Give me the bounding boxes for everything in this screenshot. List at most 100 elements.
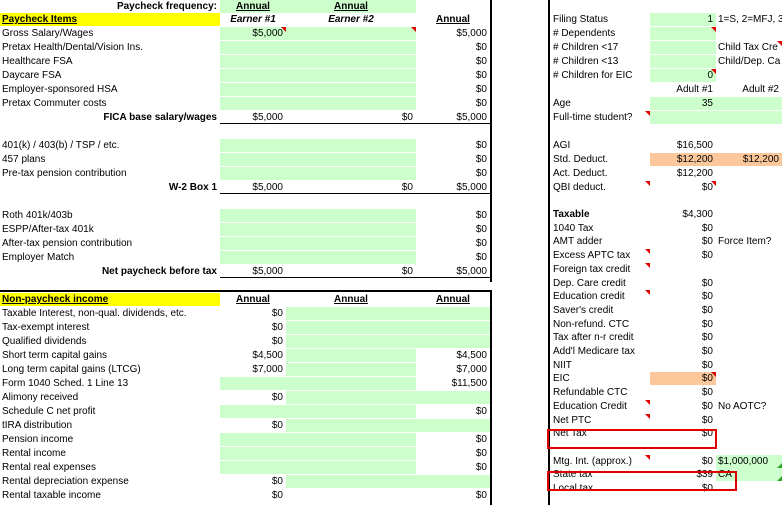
nonpay-top-border bbox=[0, 290, 492, 292]
earner1-cell[interactable] bbox=[220, 223, 286, 236]
annual-cell: $5,000 bbox=[416, 265, 490, 278]
tax-value-cell: $4,300 bbox=[682, 209, 713, 220]
nonpay-annual3-header: Annual bbox=[436, 294, 470, 305]
tax-value-cell: $0 bbox=[701, 414, 713, 426]
nonpay-annual2-cell[interactable] bbox=[286, 447, 416, 460]
annual-cell: $0 bbox=[475, 224, 487, 235]
nonpay-annual3-cell: $0 bbox=[475, 490, 487, 501]
earner1-cell[interactable] bbox=[220, 251, 286, 264]
earner1-cell[interactable] bbox=[220, 97, 286, 110]
earner2-cell[interactable] bbox=[286, 251, 416, 264]
earner2-cell: $0 bbox=[286, 181, 416, 194]
paycheck-row-label: Gross Salary/Wages bbox=[2, 28, 94, 39]
earner1-cell[interactable] bbox=[220, 167, 286, 180]
nonpay-annual2-cell[interactable] bbox=[286, 335, 416, 348]
nonpay-annual1-cell: $0 bbox=[271, 420, 283, 431]
nonpay-annual3-cell[interactable] bbox=[416, 391, 490, 404]
earner2-cell[interactable] bbox=[286, 237, 416, 250]
children17-input[interactable] bbox=[650, 41, 716, 54]
nonpay-annual3-cell[interactable] bbox=[416, 335, 490, 348]
nonpay-annual2-cell[interactable] bbox=[286, 475, 416, 488]
earner2-cell[interactable] bbox=[286, 139, 416, 152]
nonpay-annual1-cell[interactable] bbox=[220, 433, 286, 446]
earner1-cell[interactable] bbox=[220, 237, 286, 250]
nonpay-annual1-cell: $0 bbox=[271, 322, 283, 333]
nonpay-annual2-cell[interactable] bbox=[286, 377, 416, 390]
earner2-cell[interactable] bbox=[286, 83, 416, 96]
nonpay-annual3-cell[interactable] bbox=[416, 321, 490, 334]
children13-input[interactable] bbox=[650, 55, 716, 68]
earner1-cell[interactable] bbox=[220, 139, 286, 152]
nonpay-annual2-cell[interactable] bbox=[286, 461, 416, 474]
earner2-cell[interactable] bbox=[286, 41, 416, 54]
annual-cell: $5,000 bbox=[456, 28, 487, 39]
paycheck-row-label: Employer-sponsored HSA bbox=[2, 84, 118, 95]
nonpay-row-label: Rental depreciation expense bbox=[2, 476, 129, 487]
nonpay-annual2-cell[interactable] bbox=[286, 419, 416, 432]
paycheck-row-label: W-2 Box 1 bbox=[168, 182, 217, 193]
nonpay-annual1-cell[interactable] bbox=[220, 377, 286, 390]
frequency-earner2-select[interactable]: Annual bbox=[286, 0, 416, 13]
annual-cell: $0 bbox=[475, 84, 487, 95]
age-adult2-input[interactable] bbox=[716, 97, 782, 110]
nonpay-annual2-cell[interactable] bbox=[286, 405, 416, 418]
earner2-cell[interactable] bbox=[286, 27, 416, 40]
filing-status-input[interactable]: 1 bbox=[650, 13, 716, 26]
age-adult1-input[interactable]: 35 bbox=[650, 97, 716, 110]
nonpay-annual2-cell[interactable] bbox=[286, 321, 416, 334]
student-adult2-input[interactable] bbox=[716, 111, 782, 124]
dependents-input[interactable] bbox=[650, 27, 716, 40]
tax-value-cell: $0 bbox=[701, 304, 713, 316]
earner2-cell[interactable] bbox=[286, 97, 416, 110]
nonpay-annual1-cell[interactable] bbox=[220, 447, 286, 460]
nonpay-annual3-cell[interactable] bbox=[416, 419, 490, 432]
nonpay-annual2-cell[interactable] bbox=[286, 433, 416, 446]
student-adult1-input[interactable] bbox=[650, 111, 716, 124]
tax-value-cell: $0 bbox=[701, 359, 713, 371]
nonpay-annual2-cell[interactable] bbox=[286, 307, 416, 320]
nonpay-annual1-cell[interactable] bbox=[220, 405, 286, 418]
annual-cell: $0 bbox=[475, 42, 487, 53]
adult2-header: Adult #2 bbox=[742, 84, 779, 95]
frequency-earner1-select[interactable]: Annual bbox=[220, 0, 286, 13]
nonpay-annual3-cell[interactable] bbox=[416, 475, 490, 488]
nonpay-annual2-cell[interactable] bbox=[286, 363, 416, 376]
nonpay-annual3-cell[interactable] bbox=[416, 307, 490, 320]
eic-children-input[interactable]: 0 bbox=[650, 69, 716, 82]
earner2-cell[interactable] bbox=[286, 55, 416, 68]
earner1-cell[interactable] bbox=[220, 69, 286, 82]
earner2-cell[interactable] bbox=[286, 223, 416, 236]
earner1-cell[interactable] bbox=[220, 83, 286, 96]
nonpay-annual2-cell[interactable] bbox=[286, 349, 416, 362]
earner2-cell[interactable] bbox=[286, 209, 416, 222]
tax-value-cell: $0 bbox=[701, 236, 713, 248]
nonpay-annual1-cell: $0 bbox=[271, 336, 283, 347]
paycheck-row-label: Employer Match bbox=[2, 252, 75, 263]
earner1-cell[interactable]: $5,000 bbox=[220, 27, 286, 40]
nonpay-annual3-cell: $0 bbox=[475, 448, 487, 459]
nonpay-annual1-cell[interactable] bbox=[220, 461, 286, 474]
earner1-cell[interactable] bbox=[220, 153, 286, 166]
agi-row-label: AGI bbox=[553, 140, 571, 151]
earner1-cell[interactable] bbox=[220, 55, 286, 68]
tax-row-label: Saver's credit bbox=[553, 304, 614, 316]
earner2-cell[interactable] bbox=[286, 167, 416, 180]
tax-value-cell: $0 bbox=[701, 277, 713, 289]
nonpay-annual1-cell: $4,500 bbox=[252, 350, 283, 361]
earner1-cell[interactable] bbox=[220, 209, 286, 222]
earner2-cell[interactable] bbox=[286, 69, 416, 82]
annual-cell: $5,000 bbox=[416, 181, 490, 194]
dependents-label: # Dependents bbox=[553, 28, 616, 39]
nonpay-annual2-cell[interactable] bbox=[286, 391, 416, 404]
earner1-cell[interactable] bbox=[220, 41, 286, 54]
paycheck-row-label: FICA base salary/wages bbox=[103, 112, 217, 123]
earner2-cell[interactable] bbox=[286, 153, 416, 166]
paycheck-row-label: 457 plans bbox=[2, 154, 46, 165]
agi-value-cell: $12,200 bbox=[676, 168, 713, 179]
tax-value-cell: $0 bbox=[701, 455, 713, 467]
tax-note-cell[interactable]: $1,000,000 bbox=[716, 454, 782, 468]
paycheck-row-label: Roth 401k/403b bbox=[2, 210, 73, 221]
annual-header: Annual bbox=[436, 14, 470, 25]
tax-value-cell: $0 bbox=[701, 291, 713, 303]
annual-cell: $0 bbox=[475, 168, 487, 179]
